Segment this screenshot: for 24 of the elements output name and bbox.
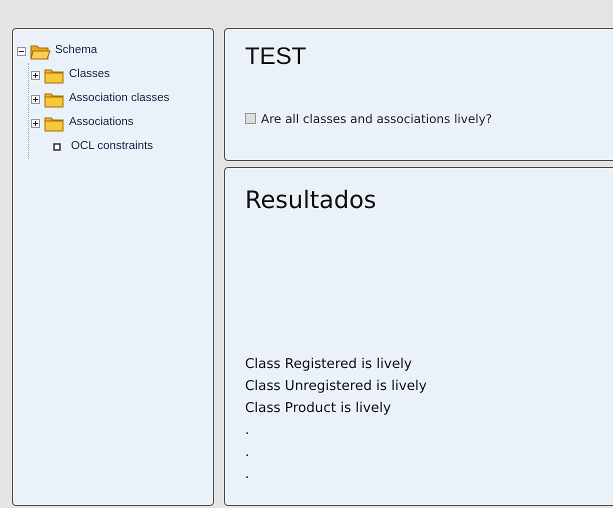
- checkbox[interactable]: [245, 113, 256, 124]
- panel-title: TEST: [245, 43, 308, 72]
- result-line: .: [245, 442, 250, 462]
- checkbox-label[interactable]: Are all classes and associations lively?: [261, 110, 492, 128]
- result-line: Class Registered is lively: [245, 354, 412, 374]
- folder-icon: [44, 90, 65, 108]
- result-line: .: [245, 420, 250, 440]
- collapse-icon[interactable]: [17, 46, 26, 56]
- result-line: .: [245, 464, 250, 484]
- folder-icon: [44, 114, 65, 132]
- expand-icon[interactable]: [31, 70, 40, 80]
- expand-icon[interactable]: [31, 118, 40, 128]
- panel-title: Resultados: [245, 186, 378, 215]
- tree-item[interactable]: OCL constraints: [71, 138, 154, 156]
- tree-item[interactable]: Schema: [55, 42, 98, 60]
- tree-item[interactable]: Association classes: [69, 90, 170, 108]
- expand-icon[interactable]: [31, 94, 40, 104]
- result-line: Class Product is lively: [245, 398, 391, 418]
- folder-icon: [30, 42, 51, 60]
- item-icon: [53, 143, 61, 151]
- tree-item[interactable]: Associations: [69, 114, 134, 132]
- tree-item[interactable]: Classes: [69, 66, 110, 84]
- result-line: Class Unregistered is lively: [245, 376, 427, 396]
- folder-icon: [44, 66, 65, 84]
